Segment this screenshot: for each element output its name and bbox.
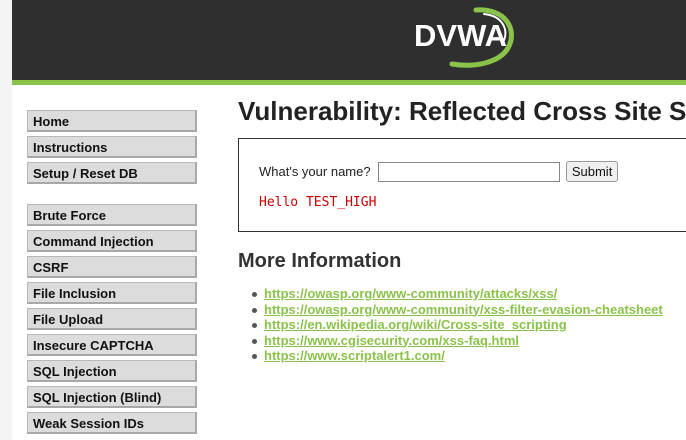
main-menu: Home Instructions Setup / Reset DB Brute… [27,110,197,438]
list-item: https://www.scriptalert1.com/ [252,348,663,364]
list-item: https://owasp.org/www-community/xss-filt… [252,302,663,318]
main-content: Vulnerability: Reflected Cross Site Scri… [238,96,686,363]
logo-text: DVWA [414,18,507,53]
menu-item-instructions[interactable]: Instructions [27,136,197,158]
link-scriptalert1[interactable]: https://www.scriptalert1.com/ [264,348,445,363]
menu-spacer [27,188,197,204]
page-title: Vulnerability: Reflected Cross Site Scri… [238,96,686,126]
list-item: https://en.wikipedia.org/wiki/Cross-site… [252,317,663,333]
menu-item-file-inclusion[interactable]: File Inclusion [27,282,197,304]
submit-button[interactable]: Submit [565,161,619,182]
menu-item-sql-injection-blind[interactable]: SQL Injection (Blind) [27,386,197,408]
more-information-heading: More Information [238,250,402,272]
name-input[interactable] [378,161,561,182]
header-accent-stripe [12,80,686,85]
menu-item-brute-force[interactable]: Brute Force [27,204,197,226]
more-info-links: https://owasp.org/www-community/attacks/… [252,286,663,364]
list-item: https://www.cgisecurity.com/xss-faq.html [252,333,663,349]
menu-item-home[interactable]: Home [27,110,197,132]
greeting-output: Hello TEST_HIGH [259,195,377,210]
link-cgisecurity-faq[interactable]: https://www.cgisecurity.com/xss-faq.html [264,333,519,348]
header-bar: DVWA [12,0,686,80]
menu-item-insecure-captcha[interactable]: Insecure CAPTCHA [27,334,197,356]
dvwa-logo[interactable]: DVWA [406,4,518,70]
left-gutter [0,0,12,440]
name-label: What's your name? [259,164,371,179]
menu-item-csrf[interactable]: CSRF [27,256,197,278]
menu-item-sql-injection[interactable]: SQL Injection [27,360,197,382]
name-form: What's your name? Submit [259,161,619,182]
list-item: https://owasp.org/www-community/attacks/… [252,286,663,302]
link-owasp-filter-evasion[interactable]: https://owasp.org/www-community/xss-filt… [264,302,663,317]
vulnerable-code-area: What's your name? Submit Hello TEST_HIGH [238,138,686,232]
menu-item-setup-reset-db[interactable]: Setup / Reset DB [27,162,197,184]
link-wikipedia-xss[interactable]: https://en.wikipedia.org/wiki/Cross-site… [264,317,567,332]
page-container: DVWA Home Instructions Setup / Reset DB … [12,0,686,440]
menu-item-file-upload[interactable]: File Upload [27,308,197,330]
link-owasp-xss[interactable]: https://owasp.org/www-community/attacks/… [264,286,557,301]
menu-item-weak-session-ids[interactable]: Weak Session IDs [27,412,197,434]
menu-item-command-injection[interactable]: Command Injection [27,230,197,252]
